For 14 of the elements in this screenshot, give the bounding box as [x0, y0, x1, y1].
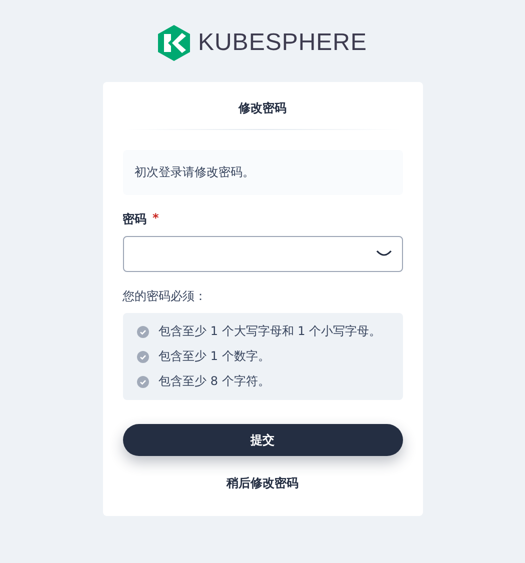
- dialog-title: 修改密码: [237, 100, 288, 117]
- rule-text: 包含至少 1 个大写字母和 1 个小写字母。: [158, 323, 382, 340]
- submit-button[interactable]: 提交: [122, 424, 402, 456]
- required-mark: *: [152, 211, 159, 227]
- rule-text: 包含至少 8 个字符。: [158, 373, 270, 390]
- eye-closed-icon[interactable]: [376, 250, 392, 258]
- field-label: 密码: [122, 211, 146, 228]
- logo-icon: [158, 25, 190, 61]
- password-field[interactable]: [122, 236, 402, 272]
- logo-text: KUBESPHERE: [198, 29, 368, 57]
- later-link[interactable]: 稍后修改密码: [226, 475, 298, 492]
- notice-message: 初次登录请修改密码。: [122, 150, 402, 195]
- rule-text: 包含至少 1 个数字。: [158, 348, 270, 365]
- rules-heading: 您的密码必须：: [122, 288, 208, 305]
